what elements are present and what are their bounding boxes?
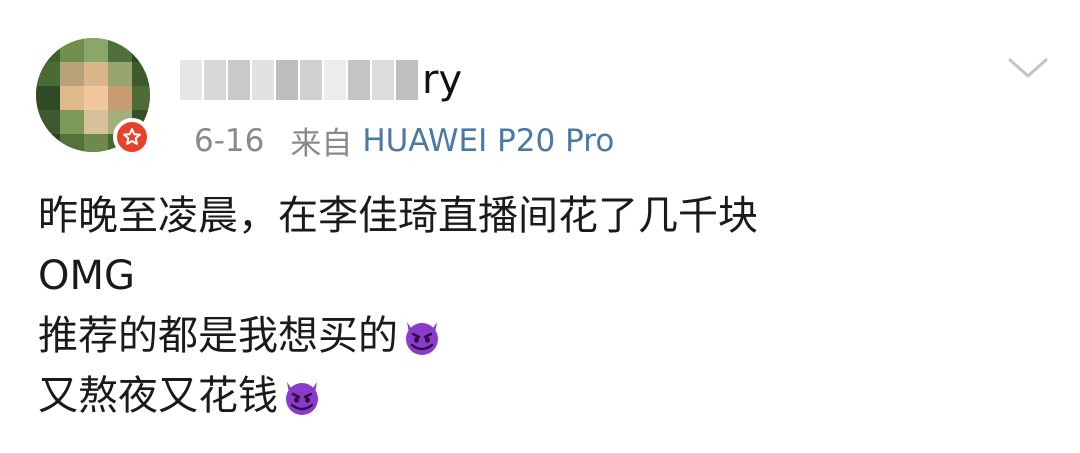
post-line-text: 推荐的都是我想买的 xyxy=(38,313,398,359)
username[interactable]: ry xyxy=(180,50,462,110)
star-icon xyxy=(123,128,141,145)
avatar-container[interactable] xyxy=(36,38,154,156)
smiling-devil-emoji xyxy=(406,322,438,355)
source-device-link[interactable]: HUAWEI P20 Pro xyxy=(362,123,614,159)
post-body: 昨晚至凌晨，在李佳琦直播间花了几千块 OMG 推荐的都是我想买的 又熬夜又花钱 xyxy=(38,186,758,426)
post-line-text: OMG xyxy=(38,253,135,299)
post-date: 6-16 xyxy=(194,122,265,159)
username-text: ry xyxy=(422,57,463,103)
post-meta: 6-16 来自 HUAWEI P20 Pro xyxy=(194,118,614,163)
post-line: 又熬夜又花钱 xyxy=(38,366,758,426)
post-line-text: 又熬夜又花钱 xyxy=(38,373,278,419)
post-line: 昨晚至凌晨，在李佳琦直播间花了几千块 xyxy=(38,186,758,246)
post-line-text: 昨晚至凌晨，在李佳琦直播间花了几千块 xyxy=(38,193,758,239)
post-line: 推荐的都是我想买的 xyxy=(38,306,758,366)
username-blurred xyxy=(180,58,420,102)
verified-badge-icon xyxy=(113,118,151,156)
source-label: 来自 xyxy=(290,126,353,162)
chevron-down-icon[interactable] xyxy=(1004,52,1052,84)
smiling-devil-emoji xyxy=(286,382,318,415)
post-line: OMG xyxy=(38,246,758,306)
